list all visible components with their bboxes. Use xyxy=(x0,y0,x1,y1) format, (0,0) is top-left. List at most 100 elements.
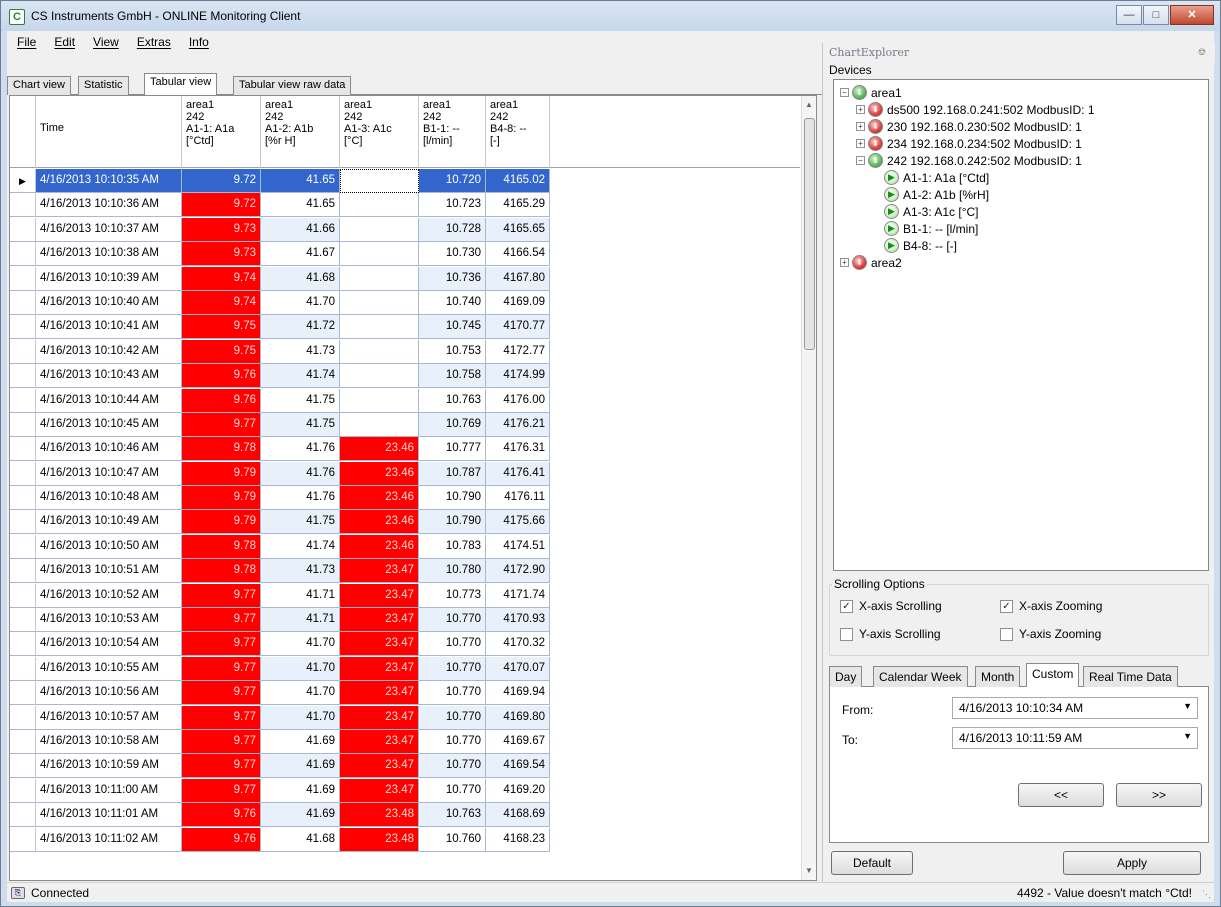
collapse-icon[interactable]: − xyxy=(840,88,849,97)
value-cell[interactable]: 4166.54 xyxy=(486,242,550,267)
menu-view[interactable]: View xyxy=(93,35,119,49)
value-cell[interactable]: 23.47 xyxy=(340,754,419,779)
vertical-scrollbar[interactable]: ▲ ▼ xyxy=(801,96,816,880)
row-header[interactable] xyxy=(10,412,36,437)
expand-icon[interactable]: + xyxy=(856,105,865,114)
maximize-button[interactable]: □ xyxy=(1143,5,1169,25)
row-header[interactable] xyxy=(10,266,36,291)
time-cell[interactable]: 4/16/2013 10:10:54 AM xyxy=(36,632,182,657)
table-row[interactable]: 4/16/2013 10:10:38 AM 9.73 41.67 10.730 4166… xyxy=(10,242,800,267)
x-axis-zooming-checkbox[interactable]: ✓ X-axis Zooming xyxy=(1000,599,1102,613)
value-cell[interactable]: 9.78 xyxy=(182,437,261,462)
y-axis-scrolling-checkbox[interactable]: Y-axis Scrolling xyxy=(840,627,941,641)
tree-node[interactable]: + ⬇ area2 xyxy=(834,254,1208,271)
column-header-b4-8[interactable]: area1 242 B4-8: -- [-] xyxy=(486,96,550,168)
value-cell[interactable]: 9.77 xyxy=(182,583,261,608)
time-cell[interactable]: 4/16/2013 10:10:41 AM xyxy=(36,315,182,340)
time-cell[interactable]: 4/16/2013 10:10:50 AM xyxy=(36,534,182,559)
value-cell[interactable] xyxy=(340,266,419,291)
value-cell[interactable]: 10.780 xyxy=(419,559,486,584)
value-cell[interactable]: 23.46 xyxy=(340,534,419,559)
value-cell[interactable]: 10.770 xyxy=(419,778,486,803)
value-cell[interactable] xyxy=(340,217,419,242)
value-cell[interactable]: 10.770 xyxy=(419,681,486,706)
value-cell[interactable]: 41.68 xyxy=(261,827,340,852)
value-cell[interactable]: 4165.65 xyxy=(486,217,550,242)
value-cell[interactable]: 4169.09 xyxy=(486,290,550,315)
chevron-down-icon[interactable]: ▼ xyxy=(1183,731,1192,741)
tree-node[interactable]: ▶ B1-1: -- [l/min] xyxy=(834,220,1208,237)
minimize-button[interactable]: — xyxy=(1116,5,1142,25)
table-row[interactable]: ▶ 4/16/2013 10:10:35 AM 9.72 41.65 10.720 416… xyxy=(10,169,800,193)
value-cell[interactable]: 23.47 xyxy=(340,632,419,657)
value-cell[interactable]: 23.47 xyxy=(340,608,419,633)
tree-node[interactable]: − ⬇ area1 xyxy=(834,84,1208,101)
row-header[interactable] xyxy=(10,754,36,779)
value-cell[interactable]: 41.70 xyxy=(261,632,340,657)
row-header[interactable] xyxy=(10,486,36,511)
value-cell[interactable] xyxy=(340,290,419,315)
table-row[interactable]: 4/16/2013 10:11:02 AM 9.76 41.68 23.48 10.76… xyxy=(10,827,800,852)
row-header[interactable] xyxy=(10,632,36,657)
value-cell[interactable]: 9.78 xyxy=(182,559,261,584)
value-cell[interactable]: 4176.11 xyxy=(486,486,550,511)
value-cell[interactable]: 41.71 xyxy=(261,608,340,633)
value-cell[interactable]: 4176.00 xyxy=(486,388,550,413)
table-row[interactable]: 4/16/2013 10:11:01 AM 9.76 41.69 23.48 10.76… xyxy=(10,803,800,828)
row-header[interactable] xyxy=(10,364,36,389)
value-cell[interactable]: 23.46 xyxy=(340,461,419,486)
value-cell[interactable]: 4176.41 xyxy=(486,461,550,486)
time-cell[interactable]: 4/16/2013 10:11:00 AM xyxy=(36,778,182,803)
tree-node[interactable]: ▶ A1-1: A1a [°Ctd] xyxy=(834,169,1208,186)
value-cell[interactable]: 9.77 xyxy=(182,632,261,657)
row-header[interactable] xyxy=(10,681,36,706)
table-row[interactable]: 4/16/2013 10:10:56 AM 9.77 41.70 23.47 10.77… xyxy=(10,681,800,706)
tab-day[interactable]: Day xyxy=(829,666,863,687)
value-cell[interactable]: 10.773 xyxy=(419,583,486,608)
value-cell[interactable]: 9.79 xyxy=(182,510,261,535)
table-row[interactable]: 4/16/2013 10:10:55 AM 9.77 41.70 23.47 10.77… xyxy=(10,656,800,681)
time-cell[interactable]: 4/16/2013 10:10:46 AM xyxy=(36,437,182,462)
row-header[interactable] xyxy=(10,534,36,559)
previous-range-button[interactable]: << xyxy=(1018,783,1104,807)
time-cell[interactable]: 4/16/2013 10:10:48 AM xyxy=(36,486,182,511)
value-cell[interactable]: 9.74 xyxy=(182,266,261,291)
tab-chart-view[interactable]: Chart view xyxy=(7,76,71,95)
value-cell[interactable]: 4176.31 xyxy=(486,437,550,462)
tab-custom[interactable]: Custom xyxy=(1026,663,1080,688)
menu-extras[interactable]: Extras xyxy=(137,35,171,49)
value-cell[interactable]: 4172.77 xyxy=(486,339,550,364)
value-cell[interactable]: 9.77 xyxy=(182,656,261,681)
pin-icon[interactable]: ⎊ xyxy=(1198,47,1206,58)
value-cell[interactable]: 41.74 xyxy=(261,364,340,389)
value-cell[interactable]: 9.79 xyxy=(182,461,261,486)
expand-icon[interactable]: + xyxy=(856,122,865,131)
value-cell[interactable]: 41.69 xyxy=(261,754,340,779)
table-row[interactable]: 4/16/2013 10:10:51 AM 9.78 41.73 23.47 10.78… xyxy=(10,559,800,584)
value-cell[interactable]: 9.72 xyxy=(182,193,261,218)
value-cell[interactable]: 10.730 xyxy=(419,242,486,267)
value-cell[interactable]: 23.46 xyxy=(340,486,419,511)
column-header-a1c[interactable]: area1 242 A1-3: A1c [°C] xyxy=(340,96,419,168)
value-cell[interactable]: 10.770 xyxy=(419,656,486,681)
value-cell[interactable]: 4165.02 xyxy=(486,169,550,193)
column-header-a1b[interactable]: area1 242 A1-2: A1b [%r H] xyxy=(261,96,340,168)
value-cell[interactable]: 9.76 xyxy=(182,827,261,852)
time-cell[interactable]: 4/16/2013 10:10:52 AM xyxy=(36,583,182,608)
menu-info[interactable]: Info xyxy=(189,35,209,49)
row-header[interactable] xyxy=(10,510,36,535)
value-cell[interactable] xyxy=(340,242,419,267)
close-button[interactable]: ✕ xyxy=(1170,5,1214,25)
value-cell[interactable]: 4165.29 xyxy=(486,193,550,218)
value-cell[interactable]: 10.723 xyxy=(419,193,486,218)
expand-icon[interactable]: + xyxy=(856,139,865,148)
value-cell[interactable]: 4168.69 xyxy=(486,803,550,828)
value-cell[interactable]: 9.77 xyxy=(182,681,261,706)
value-cell[interactable]: 9.77 xyxy=(182,705,261,730)
row-header[interactable] xyxy=(10,217,36,242)
value-cell[interactable]: 23.47 xyxy=(340,681,419,706)
value-cell[interactable]: 10.736 xyxy=(419,266,486,291)
value-cell[interactable]: 4175.66 xyxy=(486,510,550,535)
row-header[interactable] xyxy=(10,242,36,267)
row-header[interactable] xyxy=(10,339,36,364)
